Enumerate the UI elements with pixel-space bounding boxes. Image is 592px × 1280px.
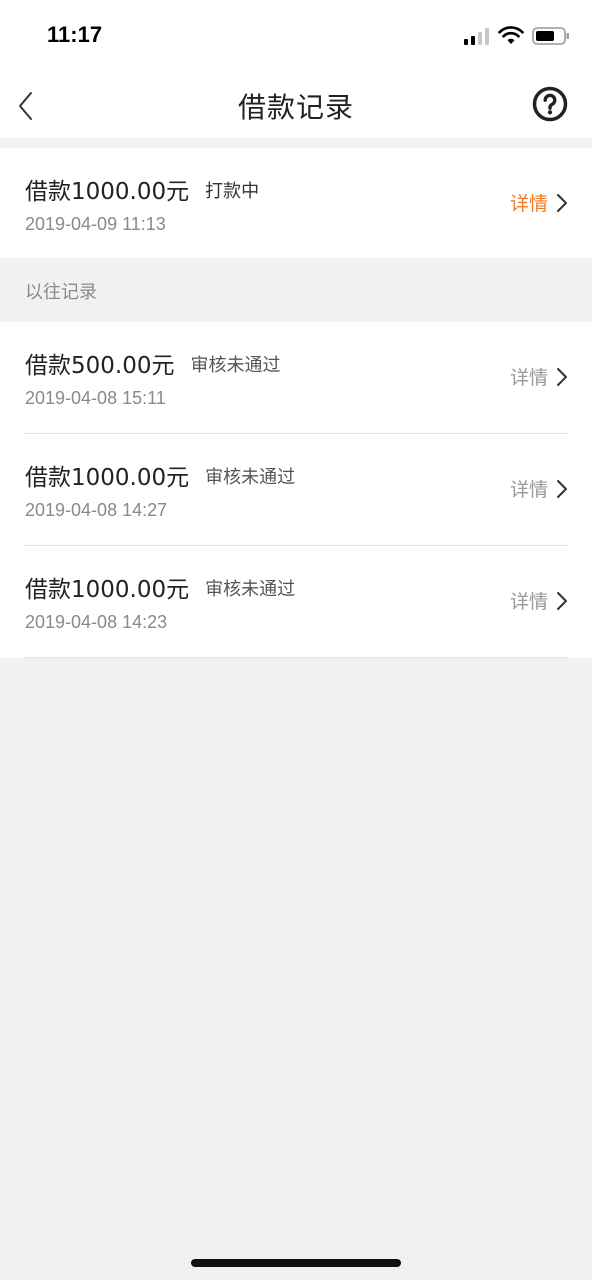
detail-link[interactable]: 详情 [510,587,568,614]
record-amount: 借款1000.00元 审核未通过 [25,570,295,604]
home-indicator[interactable] [191,1259,401,1267]
history-list: 借款500.00元 审核未通过 2019-04-08 15:11 详情 借款100… [0,322,592,658]
help-button[interactable] [530,84,570,124]
record-amount-text: 借款500.00元 [25,353,175,379]
record-amount-text: 借款1000.00元 [25,577,190,603]
record-status: 打款中 [205,181,260,202]
section-header: 以往记录 [0,258,592,322]
record-amount-text: 借款1000.00元 [25,179,190,205]
chevron-right-icon [557,367,567,386]
detail-label: 详情 [509,479,548,501]
wifi-icon [498,26,524,44]
record-time: 2019-04-08 15:11 [25,388,166,408]
page-title: 借款记录 [237,91,354,124]
record-time: 2019-04-08 14:23 [25,612,168,632]
detail-label: 详情 [509,193,548,215]
section-gap [0,138,592,148]
detail-label: 详情 [509,367,548,389]
status-time: 11:17 [47,22,103,47]
record-status: 审核未通过 [205,579,296,600]
record-status: 审核未通过 [205,467,296,488]
chevron-right-icon [557,479,567,498]
row-divider [24,657,568,658]
record-status: 审核未通过 [190,355,281,376]
list-item[interactable]: 借款1000.00元 审核未通过 2019-04-08 14:23 详情 [0,546,592,658]
battery-icon [532,27,569,45]
record-amount-text: 借款1000.00元 [25,465,190,491]
list-item[interactable]: 借款500.00元 审核未通过 2019-04-08 15:11 详情 [0,322,592,434]
list-item[interactable]: 借款1000.00元 审核未通过 2019-04-08 14:27 详情 [0,434,592,546]
chevron-right-icon [557,591,567,610]
current-record-card: 借款1000.00元 打款中 2019-04-09 11:13 详情 [0,148,592,258]
cellular-signal-icon [464,28,489,45]
record-time: 2019-04-08 14:27 [25,500,168,520]
status-icons [464,24,570,48]
chevron-right-icon [557,193,567,212]
record-time: 2019-04-09 11:13 [25,214,166,234]
detail-link[interactable]: 详情 [510,189,568,216]
status-bar: 11:17 [0,0,592,72]
question-circle-icon [532,86,568,122]
detail-link[interactable]: 详情 [510,475,568,502]
detail-label: 详情 [509,591,548,613]
record-amount: 借款500.00元 审核未通过 [25,346,280,380]
nav-bar: 借款记录 [0,72,592,138]
list-item[interactable]: 借款1000.00元 打款中 2019-04-09 11:13 详情 [0,148,592,258]
record-amount: 借款1000.00元 打款中 [25,172,259,206]
record-amount: 借款1000.00元 审核未通过 [25,458,295,492]
section-label: 以往记录 [25,282,97,303]
detail-link[interactable]: 详情 [510,363,568,390]
